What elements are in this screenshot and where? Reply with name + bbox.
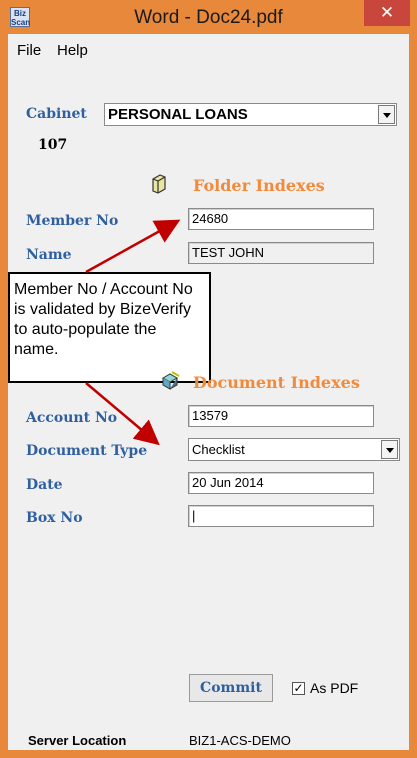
commit-button[interactable]: Commit [189,674,273,702]
document-indexes-header: Document Indexes [193,373,360,392]
server-location-label: Server Location [28,733,127,748]
box-no-input[interactable]: | [188,505,374,527]
menu-file[interactable]: File [17,42,41,59]
annotation-callout: Member No / Account No is validated by B… [8,272,211,383]
cabinet-value: PERSONAL LOANS [108,106,248,123]
server-location-value: BIZ1-ACS-DEMO [189,733,291,748]
menu-help[interactable]: Help [57,42,88,59]
as-pdf-checkbox[interactable]: ✓ [292,682,305,695]
date-label: Date [26,477,63,493]
cabinet-label: Cabinet [26,106,87,122]
window-title: Word - Doc24.pdf [134,7,283,28]
document-type-label: Document Type [26,443,148,459]
name-field: TEST JOHN [188,242,374,264]
documents-icon [159,370,181,397]
arrow-to-member-no [85,219,181,274]
date-input[interactable]: 20 Jun 2014 [188,472,374,494]
account-no-input[interactable]: 13579 [188,405,374,427]
chevron-down-icon[interactable] [378,105,395,124]
application-window: Biz Scan Word - Doc24.pdf ✕ File Help Ca… [0,0,417,758]
title-bar[interactable]: Biz Scan Word - Doc24.pdf ✕ [0,0,417,34]
box-no-label: Box No [26,510,83,526]
folder-indexes-header: Folder Indexes [193,176,325,195]
folder-icon [150,174,168,199]
name-label: Name [26,247,72,263]
main-panel: File Help Cabinet PERSONAL LOANS 107 Fol… [8,34,409,750]
menu-bar: File Help [8,34,409,64]
document-type-value: Checklist [192,442,245,457]
close-button[interactable]: ✕ [364,0,410,26]
member-no-input[interactable]: 24680 [188,208,374,230]
cabinet-dropdown[interactable]: PERSONAL LOANS [104,103,397,126]
document-type-dropdown[interactable]: Checklist [188,438,400,461]
annotation-arrows [85,219,181,446]
cabinet-count: 107 [38,137,68,153]
member-no-label: Member No [26,213,119,229]
chevron-down-icon[interactable] [381,440,398,459]
as-pdf-label: As PDF [310,680,359,696]
account-no-label: Account No [26,410,118,426]
